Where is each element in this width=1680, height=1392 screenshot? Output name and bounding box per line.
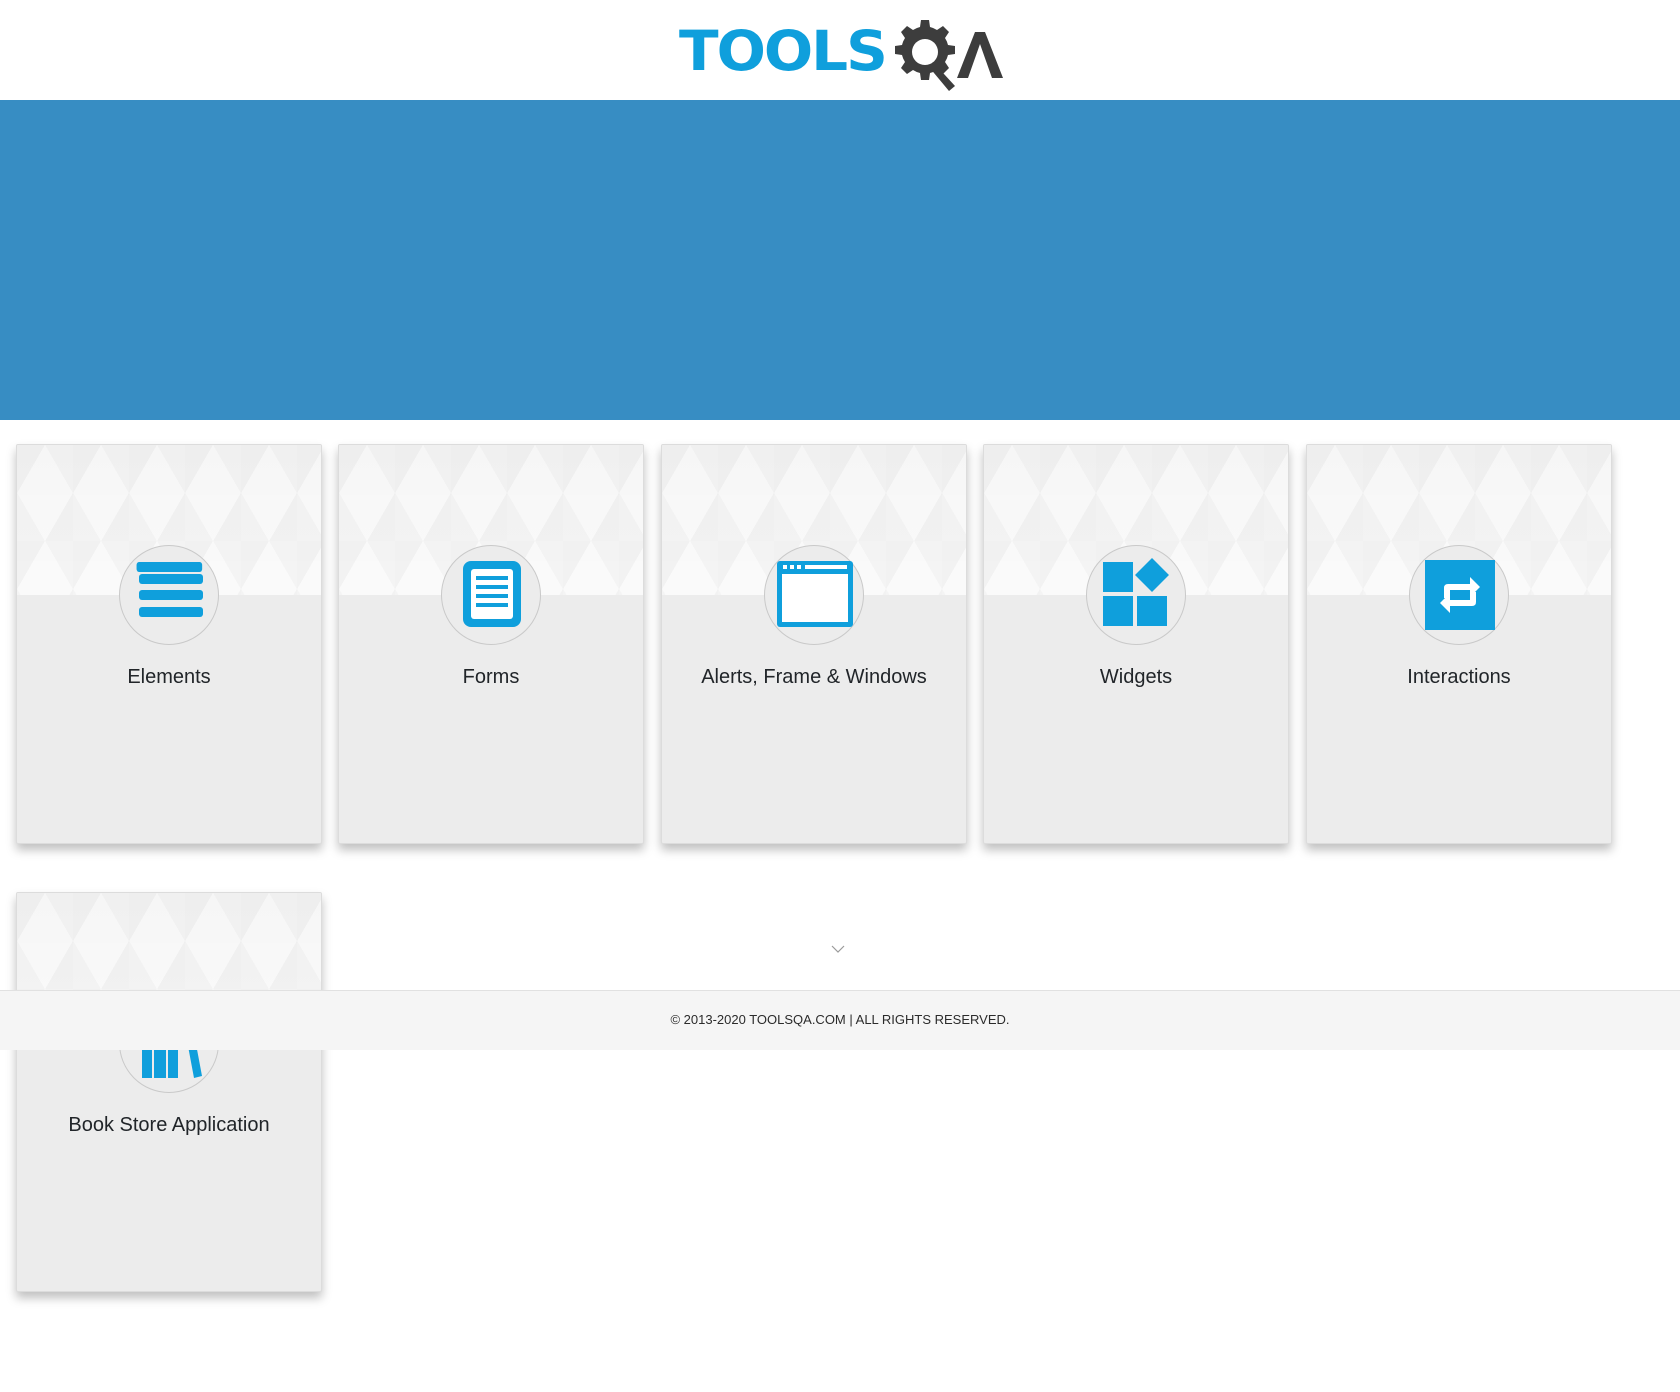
logo-gear-qa-mark	[895, 20, 1003, 91]
site-header: TOOLS	[0, 0, 1680, 100]
site-footer: © 2013-2020 TOOLSQA.COM | ALL RIGHTS RES…	[0, 990, 1680, 1050]
card-title: Book Store Application	[68, 1114, 270, 1136]
card-avatar	[441, 545, 541, 645]
card-avatar	[1086, 545, 1186, 645]
card-widgets[interactable]: Widgets	[983, 444, 1289, 844]
hero-banner	[0, 100, 1680, 420]
card-title: Interactions	[1407, 666, 1511, 688]
card-title: Alerts, Frame & Windows	[701, 666, 927, 688]
toolsqa-logo[interactable]: TOOLS	[679, 14, 1005, 92]
interactions-arrows-icon	[1425, 560, 1495, 630]
card-forms[interactable]: Forms	[338, 444, 644, 844]
list-icon	[136, 562, 203, 617]
category-cards: Elements Forms Alerts, Frame & Windows W…	[0, 444, 1680, 1304]
card-title: Forms	[462, 666, 520, 688]
card-interactions[interactable]: Interactions	[1306, 444, 1612, 844]
browser-window-icon	[777, 561, 853, 627]
card-title: Widgets	[1099, 666, 1173, 688]
copyright-text: © 2013-2020 TOOLSQA.COM | ALL RIGHTS RES…	[670, 1012, 1010, 1027]
card-avatar	[1409, 545, 1509, 645]
widgets-icon	[1103, 558, 1169, 626]
card-book-store-application[interactable]: Book Store Application	[16, 892, 322, 1292]
card-elements[interactable]: Elements	[16, 444, 322, 844]
logo-wordmark: TOOLS	[679, 18, 888, 84]
card-avatar	[764, 545, 864, 645]
form-document-icon	[463, 561, 521, 627]
card-alerts-frame-windows[interactable]: Alerts, Frame & Windows	[661, 444, 967, 844]
card-title: Elements	[127, 666, 211, 688]
chevron-down-icon[interactable]	[831, 944, 845, 954]
card-avatar	[119, 545, 219, 645]
